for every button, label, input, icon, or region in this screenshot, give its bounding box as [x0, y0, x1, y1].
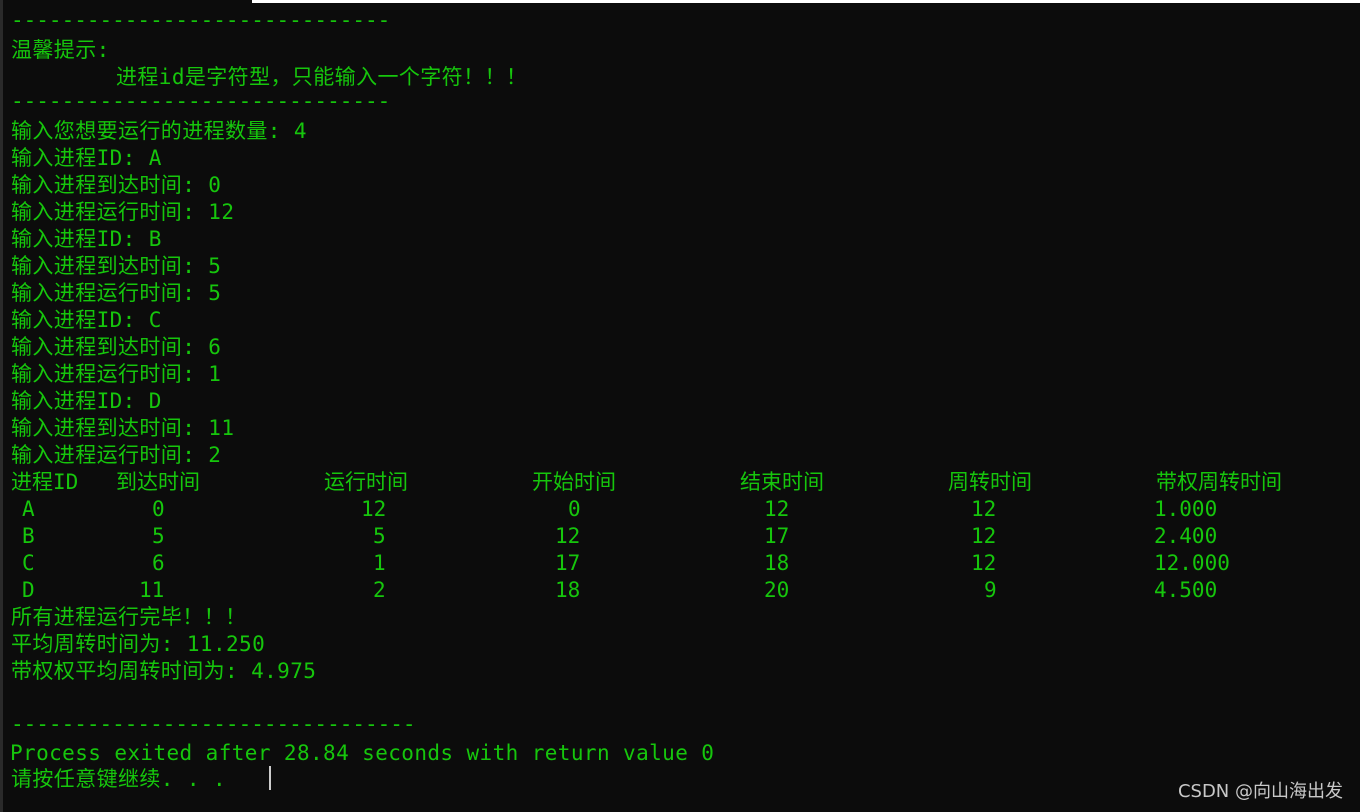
- input-line: 输入进程运行时间: 2: [11, 443, 222, 467]
- done-message: 所有进程运行完毕！！！: [11, 605, 247, 629]
- cell-end-time: 20: [764, 578, 790, 602]
- input-line: 输入进程运行时间: 5: [11, 281, 222, 305]
- prompt-process-count: 输入您想要运行的进程数量: 4: [11, 119, 307, 143]
- input-line: 输入进程ID: A: [11, 146, 162, 170]
- tip-body: 进程id是字符型，只能输入一个字符！！！: [116, 65, 528, 89]
- cell-process-id: C: [22, 551, 35, 575]
- console-window[interactable]: ------------------------------ 温馨提示: 进程i…: [0, 0, 1360, 812]
- press-any-key-prompt: 请按任意键继续. . .: [11, 767, 227, 791]
- cell-start-time: 12: [555, 524, 581, 548]
- cell-process-id: A: [22, 497, 35, 521]
- window-left-edge: [0, 0, 3, 812]
- header-run-time: 运行时间: [324, 470, 408, 494]
- process-exit-message: Process exited after 28.84 seconds with …: [10, 741, 715, 765]
- cell-start-time: 0: [568, 497, 581, 521]
- cell-turnaround-time: 9: [984, 578, 997, 602]
- cell-end-time: 17: [764, 524, 790, 548]
- cell-process-id: B: [22, 524, 35, 548]
- input-line: 输入进程到达时间: 11: [11, 416, 235, 440]
- separator-mid: ------------------------------: [11, 89, 391, 113]
- cell-arrival-time: 11: [139, 578, 165, 602]
- input-line: 输入进程ID: B: [11, 227, 162, 251]
- input-line: 输入进程到达时间: 5: [11, 254, 222, 278]
- cell-run-time: 5: [373, 524, 386, 548]
- csdn-watermark: CSDN @向山海出发: [1177, 781, 1343, 802]
- cell-weighted-turnaround: 1.000: [1154, 497, 1218, 521]
- cell-process-id: D: [22, 578, 35, 602]
- cell-end-time: 18: [764, 551, 790, 575]
- cell-arrival-time: 6: [152, 551, 165, 575]
- header-process-id: 进程ID: [11, 470, 79, 494]
- cell-arrival-time: 5: [152, 524, 165, 548]
- cell-weighted-turnaround: 4.500: [1154, 578, 1218, 602]
- cell-end-time: 12: [764, 497, 790, 521]
- input-line: 输入进程到达时间: 0: [11, 173, 222, 197]
- cell-start-time: 18: [555, 578, 581, 602]
- header-arrival-time: 到达时间: [116, 470, 200, 494]
- header-start-time: 开始时间: [532, 470, 616, 494]
- cell-arrival-time: 0: [152, 497, 165, 521]
- header-turnaround-time: 周转时间: [948, 470, 1032, 494]
- separator-bottom: --------------------------------: [11, 712, 416, 736]
- cell-turnaround-time: 12: [971, 524, 997, 548]
- window-top-edge: [252, 0, 1360, 3]
- cell-start-time: 17: [555, 551, 581, 575]
- input-line: 输入进程到达时间: 6: [11, 335, 222, 359]
- text-cursor: [269, 766, 271, 790]
- cell-weighted-turnaround: 12.000: [1154, 551, 1230, 575]
- avg-weighted-turnaround: 带权权平均周转时间为: 4.975: [11, 659, 317, 683]
- avg-turnaround: 平均周转时间为: 11.250: [11, 632, 266, 656]
- tip-title: 温馨提示:: [11, 38, 110, 62]
- cell-run-time: 1: [373, 551, 386, 575]
- cell-weighted-turnaround: 2.400: [1154, 524, 1218, 548]
- input-line: 输入进程ID: D: [11, 389, 162, 413]
- input-line: 输入进程运行时间: 1: [11, 362, 222, 386]
- cell-turnaround-time: 12: [971, 551, 997, 575]
- header-weighted-turnaround: 带权周转时间: [1156, 470, 1282, 494]
- cell-run-time: 2: [373, 578, 386, 602]
- cell-run-time: 12: [361, 497, 387, 521]
- header-end-time: 结束时间: [740, 470, 824, 494]
- separator-top: ------------------------------: [11, 8, 391, 32]
- cell-turnaround-time: 12: [971, 497, 997, 521]
- input-line: 输入进程运行时间: 12: [11, 200, 235, 224]
- input-line: 输入进程ID: C: [11, 308, 162, 332]
